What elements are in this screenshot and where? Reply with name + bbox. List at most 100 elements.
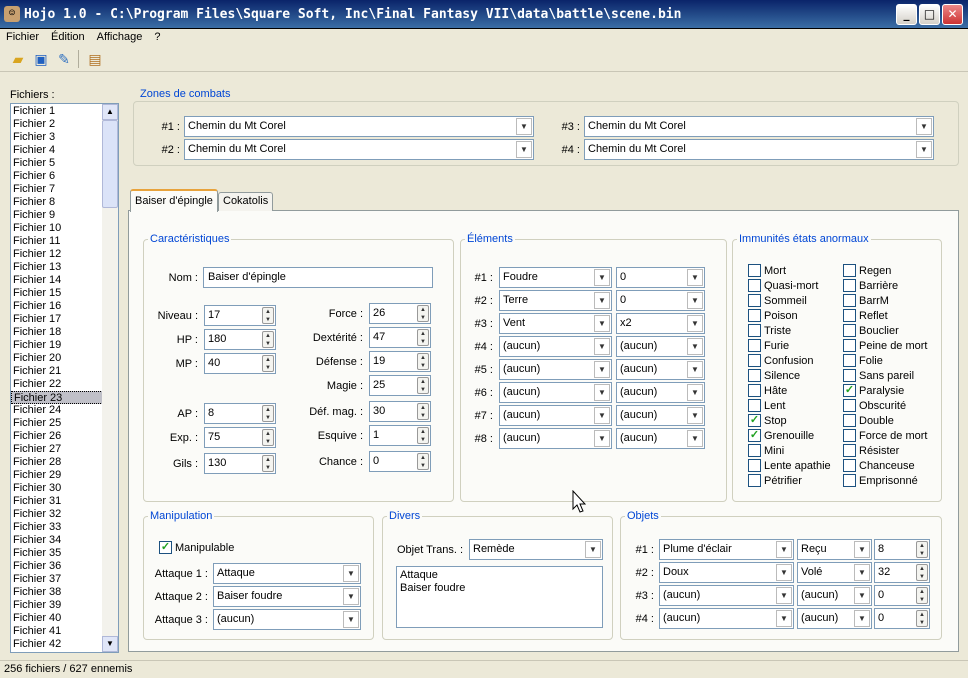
carac-right-spinner[interactable]: 26 ▲ ▼ bbox=[369, 303, 431, 324]
immunity-checkbox[interactable] bbox=[843, 399, 856, 412]
element-modifier-select[interactable]: (aucun) ▼ bbox=[616, 405, 705, 426]
list-item[interactable]: Fichier 31 bbox=[11, 495, 103, 508]
list-item[interactable]: Fichier 22 bbox=[11, 378, 103, 391]
zone3-select[interactable]: Chemin du Mt Corel ▼ bbox=[584, 116, 934, 137]
element-modifier-select[interactable]: 0 ▼ bbox=[616, 290, 705, 311]
carac-right-spinner[interactable]: 19 ▲ ▼ bbox=[369, 351, 431, 372]
immunity-checkbox[interactable] bbox=[748, 369, 761, 382]
objet-mode-select[interactable]: (aucun) ▼ bbox=[797, 608, 872, 629]
menu-affichage[interactable]: Affichage bbox=[91, 29, 149, 45]
list-item[interactable]: Fichier 23 bbox=[11, 391, 103, 404]
immunity-checkbox[interactable] bbox=[843, 369, 856, 382]
list-item[interactable]: Fichier 11 bbox=[11, 235, 103, 248]
list-item[interactable]: Fichier 30 bbox=[11, 482, 103, 495]
immunity-checkbox[interactable] bbox=[843, 339, 856, 352]
list-item[interactable]: Fichier 34 bbox=[11, 534, 103, 547]
file-list-scrollbar[interactable]: ▲ ▼ bbox=[102, 104, 118, 652]
element-select[interactable]: Foudre ▼ bbox=[499, 267, 612, 288]
spinner-arrows-icon[interactable]: ▲ ▼ bbox=[417, 353, 429, 370]
objet-trans-select[interactable]: Remède ▼ bbox=[469, 539, 603, 560]
list-item[interactable]: Attaque bbox=[400, 569, 599, 582]
nom-field[interactable]: Baiser d'épingle bbox=[203, 267, 433, 288]
spinner-arrows-icon[interactable]: ▲ ▼ bbox=[417, 427, 429, 444]
immunity-checkbox[interactable] bbox=[843, 429, 856, 442]
carac-right-spinner[interactable]: 0 ▲ ▼ bbox=[369, 451, 431, 472]
edit-icon[interactable]: ✎ bbox=[54, 49, 74, 69]
spinner-arrows-icon[interactable]: ▲ ▼ bbox=[262, 455, 274, 472]
carac-right-spinner[interactable]: 47 ▲ ▼ bbox=[369, 327, 431, 348]
list-item[interactable]: Fichier 25 bbox=[11, 417, 103, 430]
list-item[interactable]: Fichier 40 bbox=[11, 612, 103, 625]
list-item[interactable]: Fichier 13 bbox=[11, 261, 103, 274]
tab-cokatolis[interactable]: Cokatolis bbox=[218, 192, 274, 211]
menu-fichier[interactable]: Fichier bbox=[0, 29, 45, 45]
save-icon[interactable]: ▣ bbox=[31, 49, 51, 69]
objet-mode-select[interactable]: Reçu ▼ bbox=[797, 539, 872, 560]
immunity-checkbox[interactable] bbox=[748, 384, 761, 397]
list-item[interactable]: Fichier 18 bbox=[11, 326, 103, 339]
list-item[interactable]: Fichier 19 bbox=[11, 339, 103, 352]
tab-baiser-epingle[interactable]: Baiser d'épingle bbox=[130, 189, 218, 212]
attack-select[interactable]: Attaque ▼ bbox=[213, 563, 361, 584]
paste-icon[interactable]: ▤ bbox=[85, 49, 105, 69]
immunity-checkbox[interactable] bbox=[748, 294, 761, 307]
divers-attack-list[interactable]: Attaque Baiser foudre bbox=[396, 566, 603, 628]
element-select[interactable]: Vent ▼ bbox=[499, 313, 612, 334]
scroll-down-button[interactable]: ▼ bbox=[102, 636, 118, 652]
list-item[interactable]: Fichier 2 bbox=[11, 118, 103, 131]
objet-qty-spinner[interactable]: 32 ▲ ▼ bbox=[874, 562, 930, 583]
immunity-checkbox[interactable] bbox=[843, 279, 856, 292]
list-item[interactable]: Fichier 28 bbox=[11, 456, 103, 469]
immunity-checkbox[interactable] bbox=[748, 459, 761, 472]
list-item[interactable]: Baiser foudre bbox=[400, 582, 599, 595]
list-item[interactable]: Fichier 5 bbox=[11, 157, 103, 170]
list-item[interactable]: Fichier 33 bbox=[11, 521, 103, 534]
immunity-checkbox[interactable] bbox=[843, 444, 856, 457]
objet-item-select[interactable]: Doux ▼ bbox=[659, 562, 794, 583]
list-item[interactable]: Fichier 39 bbox=[11, 599, 103, 612]
list-item[interactable]: Fichier 6 bbox=[11, 170, 103, 183]
carac-right-spinner[interactable]: 30 ▲ ▼ bbox=[369, 401, 431, 422]
element-select[interactable]: Terre ▼ bbox=[499, 290, 612, 311]
objet-mode-select[interactable]: (aucun) ▼ bbox=[797, 585, 872, 606]
zone2-select[interactable]: Chemin du Mt Corel ▼ bbox=[184, 139, 534, 160]
open-folder-icon[interactable]: ▰ bbox=[8, 49, 28, 69]
minimize-button[interactable]: _ bbox=[896, 4, 917, 25]
list-item[interactable]: Fichier 7 bbox=[11, 183, 103, 196]
list-item[interactable]: Fichier 42 bbox=[11, 638, 103, 651]
spinner-arrows-icon[interactable]: ▲ ▼ bbox=[262, 405, 274, 422]
element-select[interactable]: (aucun) ▼ bbox=[499, 405, 612, 426]
list-item[interactable]: Fichier 8 bbox=[11, 196, 103, 209]
list-item[interactable]: Fichier 26 bbox=[11, 430, 103, 443]
spinner-arrows-icon[interactable]: ▲ ▼ bbox=[417, 305, 429, 322]
immunity-checkbox[interactable] bbox=[748, 279, 761, 292]
list-item[interactable]: Fichier 32 bbox=[11, 508, 103, 521]
objet-qty-spinner[interactable]: 8 ▲ ▼ bbox=[874, 539, 930, 560]
spinner-arrows-icon[interactable]: ▲ ▼ bbox=[262, 331, 274, 348]
list-item[interactable]: Fichier 36 bbox=[11, 560, 103, 573]
element-modifier-select[interactable]: (aucun) ▼ bbox=[616, 336, 705, 357]
objet-qty-spinner[interactable]: 0 ▲ ▼ bbox=[874, 608, 930, 629]
element-select[interactable]: (aucun) ▼ bbox=[499, 336, 612, 357]
carac-left-spinner[interactable]: 180 ▲ ▼ bbox=[204, 329, 276, 350]
list-item[interactable]: Fichier 35 bbox=[11, 547, 103, 560]
list-item[interactable]: Fichier 4 bbox=[11, 144, 103, 157]
list-item[interactable]: Fichier 21 bbox=[11, 365, 103, 378]
scroll-thumb[interactable] bbox=[102, 120, 118, 208]
spinner-arrows-icon[interactable]: ▲ ▼ bbox=[916, 587, 928, 604]
list-item[interactable]: Fichier 38 bbox=[11, 586, 103, 599]
immunity-checkbox[interactable] bbox=[748, 264, 761, 277]
spinner-arrows-icon[interactable]: ▲ ▼ bbox=[916, 541, 928, 558]
immunity-checkbox[interactable] bbox=[748, 399, 761, 412]
zone4-select[interactable]: Chemin du Mt Corel ▼ bbox=[584, 139, 934, 160]
spinner-arrows-icon[interactable]: ▲ ▼ bbox=[262, 355, 274, 372]
spinner-arrows-icon[interactable]: ▲ ▼ bbox=[916, 564, 928, 581]
file-list[interactable]: Fichier 1 Fichier 2 Fichier 3 Fichier 4 Fich… bbox=[10, 103, 119, 653]
element-modifier-select[interactable]: (aucun) ▼ bbox=[616, 428, 705, 449]
maximize-button[interactable]: □ bbox=[919, 4, 940, 25]
immunity-checkbox[interactable] bbox=[843, 354, 856, 367]
list-item[interactable]: Fichier 14 bbox=[11, 274, 103, 287]
element-modifier-select[interactable]: (aucun) ▼ bbox=[616, 382, 705, 403]
immunity-checkbox[interactable] bbox=[843, 474, 856, 487]
zone1-select[interactable]: Chemin du Mt Corel ▼ bbox=[184, 116, 534, 137]
